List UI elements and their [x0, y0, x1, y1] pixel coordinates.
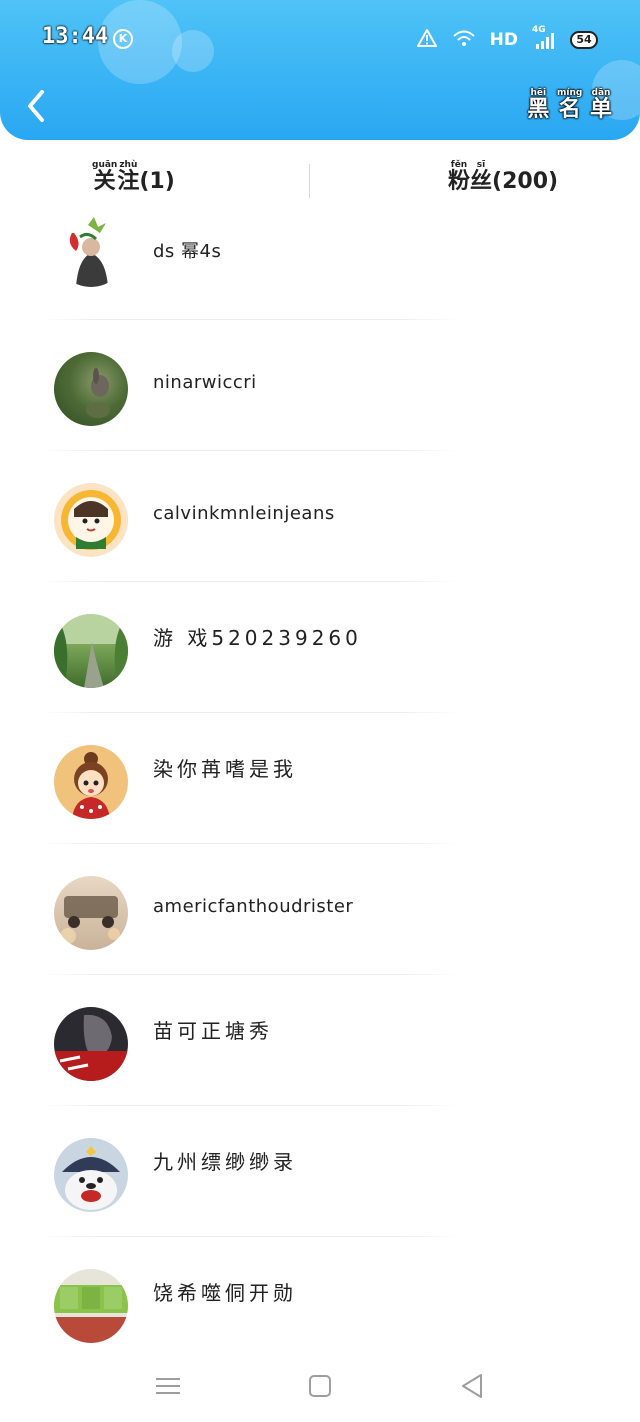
hd-indicator: HD	[489, 30, 518, 50]
tab-char: zhù 注	[117, 160, 139, 194]
user-name: 游 戏520239260	[153, 626, 362, 650]
avatar[interactable]	[54, 614, 128, 688]
tab-char: guān 关	[92, 160, 117, 194]
list-item[interactable]: 饶希噬侗开勋	[0, 1237, 640, 1368]
back-button[interactable]	[22, 86, 52, 126]
tab-char: sī 丝	[470, 160, 492, 194]
user-name: 九州缥缈缈录	[153, 1150, 297, 1174]
blacklist-button[interactable]: hēi 黑 míng 名 dān 单	[527, 88, 612, 122]
list-item[interactable]: calvinkmnleinjeans	[0, 451, 640, 582]
fans-list: ds 幂4s ninarwiccri calvinkmnleinjeans 游 …	[0, 205, 640, 1368]
avatar[interactable]	[54, 876, 128, 950]
user-name: 染你苒嗜是我	[153, 757, 297, 781]
user-name: ds 幂4s	[153, 241, 222, 262]
square-icon	[309, 1375, 331, 1397]
cell-signal-icon: 4G	[532, 25, 556, 51]
home-button[interactable]	[302, 1368, 338, 1404]
tab-count: (200)	[492, 160, 558, 194]
avatar[interactable]	[54, 213, 128, 287]
tab-divider	[309, 164, 310, 198]
menu-icon	[156, 1378, 180, 1394]
back-nav-button[interactable]	[454, 1368, 490, 1404]
user-name: 饶希噬侗开勋	[153, 1281, 297, 1305]
k-app-icon: K	[113, 29, 133, 49]
warning-icon	[416, 28, 438, 52]
hanzi: 单	[589, 97, 612, 122]
tab-follow[interactable]: guān 关 zhù 注 (1)	[92, 160, 175, 194]
hanzi: 名	[558, 97, 581, 122]
tab-bar: guān 关 zhù 注 (1) fěn 粉 sī 丝 (200)	[0, 140, 640, 212]
list-item[interactable]: americfanthoudrister	[0, 844, 640, 975]
avatar[interactable]	[54, 1269, 128, 1343]
tab-fans-count: (200)	[492, 169, 559, 194]
list-item[interactable]: ninarwiccri	[0, 320, 640, 451]
avatar[interactable]	[54, 352, 128, 426]
blacklist-char: hēi 黑	[527, 88, 549, 122]
list-item[interactable]: 染你苒嗜是我	[0, 713, 640, 844]
tab-fans[interactable]: fěn 粉 sī 丝 (200)	[448, 160, 558, 194]
avatar[interactable]	[54, 1138, 128, 1212]
avatar[interactable]	[54, 1007, 128, 1081]
hanzi: 注	[117, 169, 140, 194]
tab-count: (1)	[139, 160, 174, 194]
user-name: americfanthoudrister	[153, 896, 354, 917]
hanzi: 关	[93, 169, 116, 194]
tab-follow-count: (1)	[139, 169, 175, 194]
battery-indicator: 54	[570, 31, 598, 49]
blacklist-char: dān 单	[590, 88, 612, 122]
hanzi: 粉	[448, 169, 471, 194]
decor-bubble	[98, 0, 182, 84]
user-name: 苗可正塘秀	[153, 1019, 273, 1043]
avatar[interactable]	[54, 745, 128, 819]
list-item[interactable]: ds 幂4s	[0, 205, 640, 320]
hanzi: 丝	[470, 169, 493, 194]
user-name: ninarwiccri	[153, 372, 257, 393]
menu-button[interactable]	[150, 1368, 186, 1404]
chevron-left-icon	[28, 90, 44, 122]
avatar[interactable]	[54, 483, 128, 557]
app-header: 13:44 K HD 4G 54 hēi 黑 míng 名 dān 单	[0, 0, 640, 140]
status-time: 13:44	[42, 24, 109, 49]
wifi-icon	[452, 28, 476, 52]
user-name: calvinkmnleinjeans	[153, 503, 335, 524]
list-item[interactable]: 游 戏520239260	[0, 582, 640, 713]
status-icons: HD 4G 54	[416, 25, 598, 52]
blacklist-char: míng 名	[557, 88, 582, 122]
triangle-back-icon	[462, 1374, 482, 1398]
list-item[interactable]: 九州缥缈缈录	[0, 1106, 640, 1237]
decor-bubble	[172, 30, 214, 72]
system-nav-bar	[0, 1352, 640, 1422]
tab-char: fěn 粉	[448, 160, 470, 194]
list-item[interactable]: 苗可正塘秀	[0, 975, 640, 1106]
hanzi: 黑	[527, 97, 550, 122]
